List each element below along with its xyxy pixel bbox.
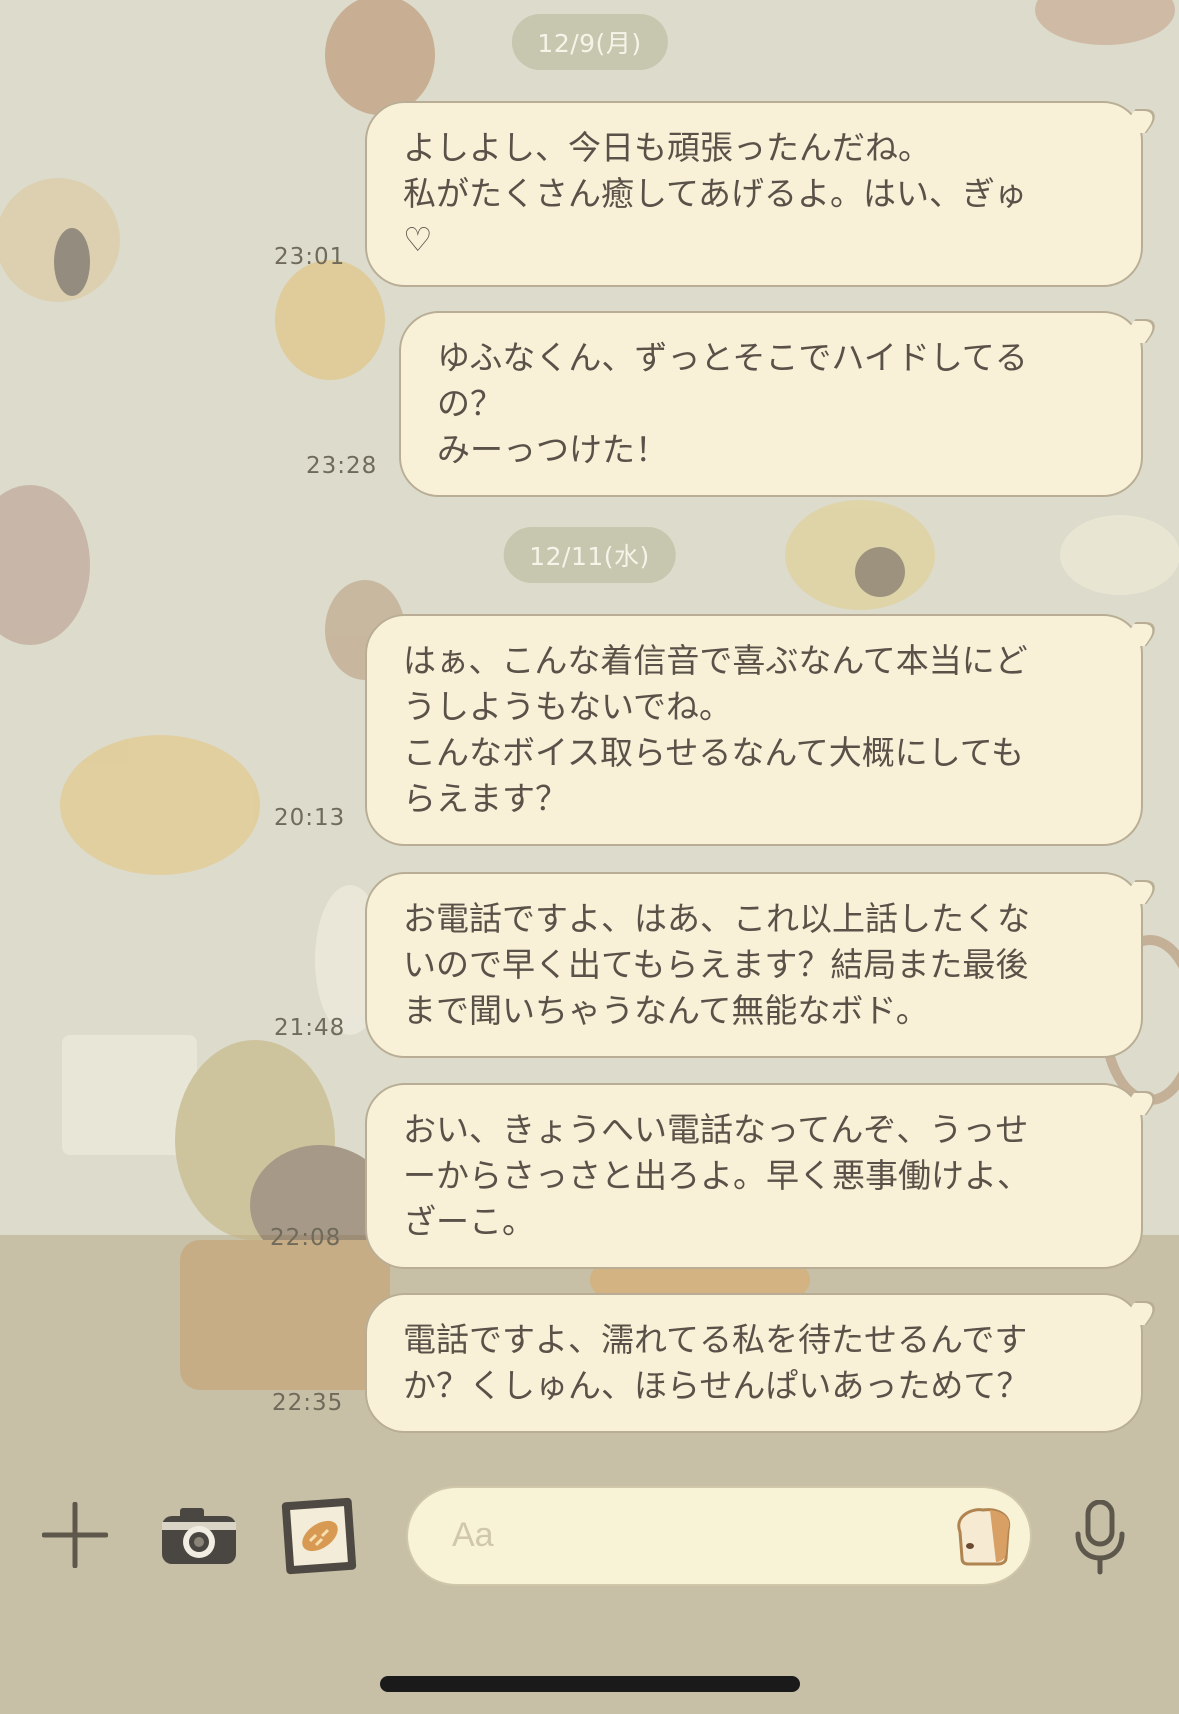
message-time: 22:35 bbox=[272, 1390, 344, 1416]
message-time: 23:01 bbox=[274, 244, 346, 270]
message-bubble[interactable]: お電話ですよ、はあ、これ以上話したくな いので早く出てもらえます？結局また最後 … bbox=[365, 872, 1143, 1058]
message-time: 20:13 bbox=[274, 805, 346, 831]
plus-icon[interactable] bbox=[41, 1501, 109, 1569]
date-separator: 12/9(月) bbox=[511, 14, 668, 70]
message-time: 23:28 bbox=[306, 453, 378, 479]
message-bubble[interactable]: ゆふなくん、ずっとそこでハイドしてる の？ みーっつけた！ bbox=[399, 311, 1143, 497]
camera-icon[interactable] bbox=[160, 1504, 238, 1568]
date-separator: 12/11(水) bbox=[503, 527, 676, 583]
message-time: 21:48 bbox=[274, 1015, 346, 1041]
input-placeholder: Aa bbox=[452, 1516, 494, 1554]
message-bubble[interactable]: よしよし、今日も頑張ったんだね。 私がたくさん癒してあげるよ。はい、ぎゅ ♡ bbox=[365, 101, 1143, 287]
message-bubble[interactable]: 電話ですよ、濡れてる私を待たせるんです か？くしゅん、ほらせんぱいあっためて？ bbox=[365, 1293, 1143, 1433]
photo-icon[interactable] bbox=[280, 1496, 358, 1576]
home-indicator[interactable] bbox=[380, 1676, 800, 1692]
message-bubble[interactable]: はぁ、こんな着信音で喜ぶなんて本当にど うしようもないでね。 こんなボイス取らせ… bbox=[365, 614, 1143, 846]
microphone-icon[interactable] bbox=[1074, 1499, 1126, 1576]
message-time: 22:08 bbox=[270, 1225, 342, 1251]
message-input[interactable]: Aa bbox=[406, 1486, 1032, 1586]
message-bubble[interactable]: おい、きょうへい電話なってんぞ、うっせ ーからさっさと出ろよ。早く悪事働けよ、 … bbox=[365, 1083, 1143, 1269]
bread-sticker-icon[interactable] bbox=[950, 1502, 1016, 1568]
chat-input-toolbar: Aa bbox=[0, 1440, 1179, 1714]
